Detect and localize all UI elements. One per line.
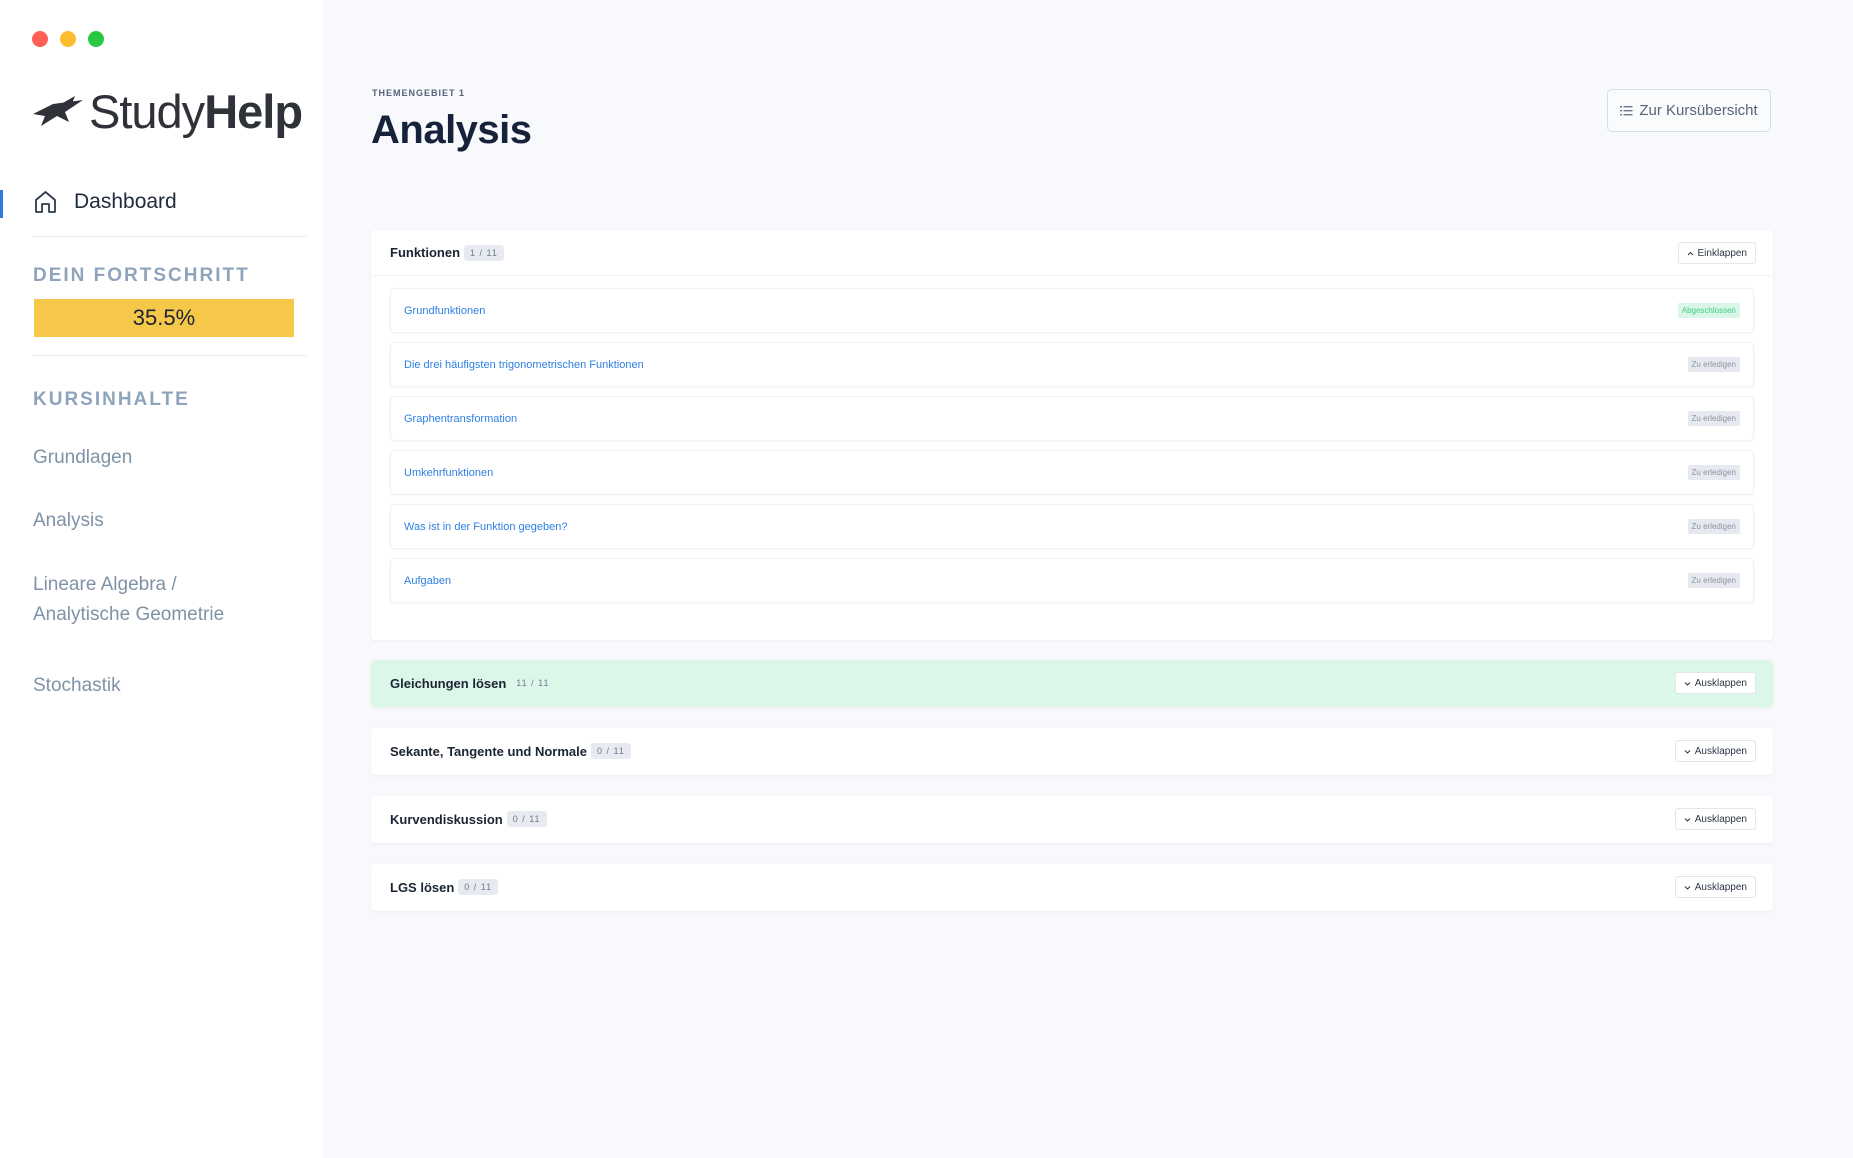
section-funktionen: Funktionen 1 / 11 Einklappen Grundfunkti… bbox=[371, 230, 1773, 640]
logo-wordmark: StudyHelp bbox=[89, 85, 303, 138]
topic-eyebrow: THEMENGEBIET 1 bbox=[372, 88, 466, 98]
section-title: Funktionen bbox=[390, 245, 461, 260]
expand-button[interactable]: Ausklappen bbox=[1674, 808, 1756, 830]
lesson-item[interactable]: Was ist in der Funktion gegeben? Zu erle… bbox=[390, 504, 1754, 549]
chevron-down-icon bbox=[1684, 817, 1691, 822]
status-badge-done: Abgeschlossen bbox=[1677, 303, 1740, 318]
section-lgs-loesen: LGS lösen 0 / 11 Ausklappen bbox=[371, 864, 1773, 911]
close-window-button[interactable] bbox=[32, 31, 48, 47]
lesson-title: Aufgaben bbox=[404, 574, 452, 587]
status-badge-todo: Zu erledigen bbox=[1687, 411, 1740, 426]
progress-value: 35.5% bbox=[132, 305, 196, 330]
list-icon bbox=[1620, 106, 1633, 116]
nav-dashboard-label: Dashboard bbox=[74, 190, 177, 213]
section-count-badge: 1 / 11 bbox=[464, 244, 504, 261]
lesson-item[interactable]: Umkehrfunktionen Zu erledigen bbox=[390, 450, 1754, 495]
section-count-badge: 0 / 11 bbox=[590, 743, 631, 759]
lesson-title: Grundfunktionen bbox=[404, 304, 486, 317]
lesson-item[interactable]: Die drei häufigsten trigonometrischen Fu… bbox=[390, 342, 1754, 387]
section-header[interactable]: Kurvendiskussion 0 / 11 Ausklappen bbox=[371, 796, 1773, 842]
status-badge-todo: Zu erledigen bbox=[1687, 357, 1740, 372]
status-badge-todo: Zu erledigen bbox=[1687, 465, 1740, 480]
section-header[interactable]: LGS lösen 0 / 11 Ausklappen bbox=[371, 864, 1773, 910]
lesson-title: Die drei häufigsten trigonometrischen Fu… bbox=[404, 358, 644, 371]
course-overview-button[interactable]: Zur Kursübersicht bbox=[1607, 89, 1771, 132]
chevron-down-icon bbox=[1684, 681, 1691, 686]
lesson-title: Umkehrfunktionen bbox=[404, 466, 494, 479]
section-gleichungen-loesen: Gleichungen lösen 11 / 11 Ausklappen bbox=[371, 660, 1773, 707]
collapse-label: Einklappen bbox=[1697, 247, 1747, 259]
course-link-lineare-algebra[interactable]: Lineare Algebra / Analytische Geometrie bbox=[33, 570, 248, 630]
nav-dashboard[interactable]: Dashboard bbox=[33, 189, 177, 215]
section-title: LGS lösen bbox=[390, 879, 455, 895]
course-link-analysis[interactable]: Analysis bbox=[33, 506, 273, 536]
divider bbox=[33, 355, 307, 356]
status-badge-todo: Zu erledigen bbox=[1687, 573, 1740, 588]
lesson-item[interactable]: Graphentransformation Zu erledigen bbox=[390, 396, 1754, 441]
status-badge-todo: Zu erledigen bbox=[1687, 519, 1740, 534]
progress-title: DEIN FORTSCHRITT bbox=[33, 265, 250, 286]
section-kurvendiskussion: Kurvendiskussion 0 / 11 Ausklappen bbox=[371, 796, 1773, 843]
divider bbox=[33, 236, 307, 237]
studyhelp-logo[interactable]: StudyHelp bbox=[31, 85, 303, 138]
section-title: Kurvendiskussion bbox=[390, 811, 503, 827]
course-link-stochastik[interactable]: Stochastik bbox=[33, 671, 273, 701]
graduation-cap-icon bbox=[33, 95, 83, 126]
expand-label: Ausklappen bbox=[1694, 881, 1747, 893]
progress-bar: 35.5% bbox=[34, 299, 294, 337]
section-sekante-tangente-normale: Sekante, Tangente und Normale 0 / 11 Aus… bbox=[371, 728, 1773, 775]
expand-button[interactable]: Ausklappen bbox=[1674, 672, 1756, 694]
page-title: Analysis bbox=[371, 108, 532, 152]
expand-label: Ausklappen bbox=[1694, 745, 1747, 757]
expand-button[interactable]: Ausklappen bbox=[1674, 876, 1756, 898]
expand-label: Ausklappen bbox=[1694, 677, 1747, 689]
lesson-title: Was ist in der Funktion gegeben? bbox=[404, 520, 568, 533]
course-content-title: KURSINHALTE bbox=[33, 389, 190, 410]
collapse-button[interactable]: Einklappen bbox=[1677, 242, 1756, 264]
lesson-item[interactable]: Grundfunktionen Abgeschlossen bbox=[390, 288, 1754, 333]
expand-button[interactable]: Ausklappen bbox=[1674, 740, 1756, 762]
home-icon bbox=[35, 191, 56, 213]
course-overview-label: Zur Kursübersicht bbox=[1639, 102, 1758, 119]
zoom-window-button[interactable] bbox=[88, 31, 104, 47]
lesson-list: Grundfunktionen Abgeschlossen Die drei h… bbox=[371, 276, 1773, 632]
section-count-badge: 0 / 11 bbox=[458, 879, 499, 895]
active-indicator bbox=[0, 190, 3, 218]
section-count-badge: 0 / 11 bbox=[506, 811, 547, 827]
lesson-item[interactable]: Aufgaben Zu erledigen bbox=[390, 558, 1754, 603]
chevron-up-icon bbox=[1687, 251, 1693, 255]
section-header[interactable]: Funktionen 1 / 11 Einklappen bbox=[371, 230, 1773, 276]
lesson-title: Graphentransformation bbox=[404, 412, 518, 425]
section-title: Gleichungen lösen bbox=[390, 675, 507, 691]
section-title: Sekante, Tangente und Normale bbox=[390, 743, 587, 759]
chevron-down-icon bbox=[1684, 885, 1691, 890]
minimize-window-button[interactable] bbox=[60, 31, 76, 47]
chevron-down-icon bbox=[1684, 749, 1691, 754]
section-header[interactable]: Gleichungen lösen 11 / 11 Ausklappen bbox=[371, 660, 1773, 706]
sidebar: StudyHelp Dashboard DEIN FORTSCHRITT 35.… bbox=[0, 0, 323, 1158]
expand-label: Ausklappen bbox=[1694, 813, 1747, 825]
window-controls bbox=[32, 31, 104, 47]
section-header[interactable]: Sekante, Tangente und Normale 0 / 11 Aus… bbox=[371, 728, 1773, 774]
section-count-badge: 11 / 11 bbox=[516, 678, 550, 688]
course-link-grundlagen[interactable]: Grundlagen bbox=[33, 443, 273, 473]
